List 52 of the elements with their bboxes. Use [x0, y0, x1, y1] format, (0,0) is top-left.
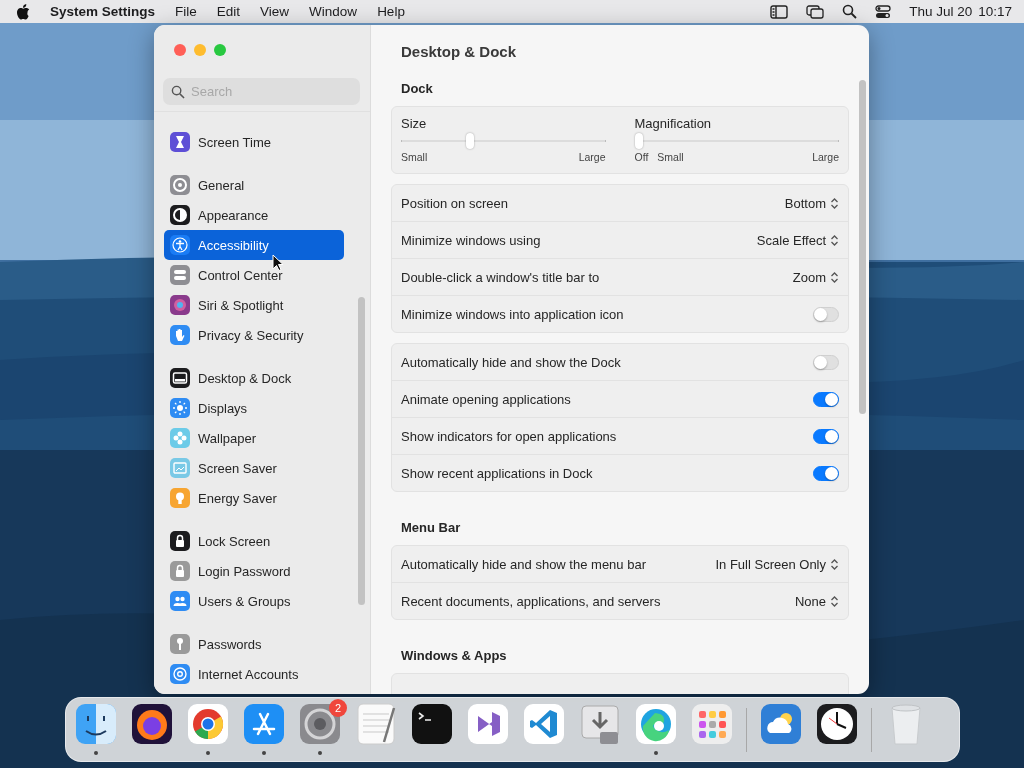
slider-mark: Large [812, 151, 839, 163]
setting-label: Show recent applications in Dock [401, 465, 593, 481]
menu-bar-time[interactable]: 10:17 [978, 4, 1012, 19]
sidebar-item[interactable]: Accessibility [164, 230, 344, 260]
sidebar-item[interactable]: Passwords [164, 629, 344, 659]
sidebar-item[interactable]: Internet Accounts [164, 659, 344, 689]
slider-mark: Small [401, 151, 428, 163]
setting-label: Position on screen [401, 195, 508, 211]
setting-label: Show indicators for open applications [401, 428, 617, 444]
popup-button[interactable]: In Full Screen Only [715, 556, 839, 572]
popup-button[interactable]: Zoom [792, 269, 839, 285]
slider-mark: Small [657, 151, 684, 163]
setting-label: Double-click a window's title bar to [401, 269, 600, 285]
sidebar-item[interactable]: Login Password [164, 556, 344, 586]
menu-item[interactable]: View [260, 4, 290, 19]
menu-item[interactable]: Help [377, 4, 405, 19]
sidebar-item[interactable]: Wallpaper [164, 423, 344, 453]
sidebar-item[interactable]: Screen Saver [164, 453, 344, 483]
section-heading: Dock [400, 80, 434, 96]
app-menu[interactable]: System Settings [50, 4, 156, 19]
setting-label: Minimize windows using [401, 232, 541, 248]
setting-label: Recent documents, applications, and servers [401, 593, 661, 609]
slider-label: Magnification [634, 116, 713, 131]
sidebar-item[interactable]: Privacy & Security [164, 320, 344, 350]
menu-item[interactable]: Window [309, 4, 358, 19]
sidebar-item[interactable]: Control Center [164, 260, 344, 290]
setting-label: Minimize windows into application icon [401, 306, 624, 322]
menu-item[interactable]: File [175, 4, 197, 19]
popup-button[interactable]: Scale Effect [756, 232, 839, 248]
sidebar-item[interactable]: Siri & Spotlight [164, 290, 344, 320]
sidebar-item[interactable]: Screen Time [164, 127, 344, 157]
section-heading: Windows & Apps [400, 647, 508, 663]
popup-button[interactable]: Bottom [784, 195, 839, 211]
sidebar-item[interactable]: Desktop & Dock [164, 363, 344, 393]
slider-mark: Large [578, 151, 606, 163]
menu-item[interactable]: Edit [216, 4, 241, 19]
sidebar-item[interactable]: Displays [164, 393, 344, 423]
sidebar-item[interactable]: Energy Saver [164, 483, 344, 513]
window-title: Desktop & Dock [400, 42, 518, 62]
setting-label: Animate opening applications [401, 391, 571, 407]
sidebar-item[interactable]: General [164, 170, 344, 200]
sidebar-item[interactable]: Users & Groups [164, 586, 344, 616]
slider-mark: Off [634, 151, 649, 163]
sidebar-item[interactable]: Appearance [164, 200, 344, 230]
slider-label: Size [401, 116, 428, 131]
setting-label: Automatically hide and show the Dock [401, 354, 621, 370]
section-heading: Menu Bar [400, 519, 462, 535]
popup-button[interactable]: None [794, 593, 839, 609]
notification-badge: 2 [329, 698, 347, 717]
sidebar-item[interactable]: Lock Screen [164, 526, 344, 556]
menu-bar-date[interactable]: Thu Jul 20 [909, 4, 973, 19]
setting-label: Automatically hide and show the menu bar [401, 556, 646, 572]
